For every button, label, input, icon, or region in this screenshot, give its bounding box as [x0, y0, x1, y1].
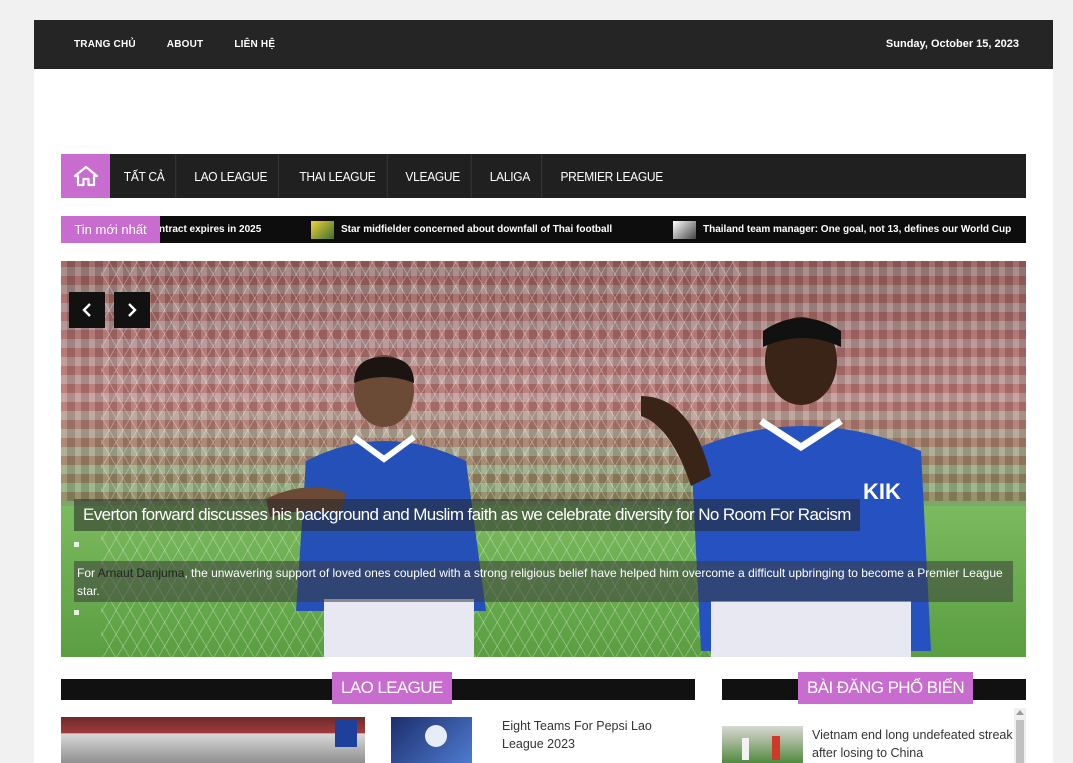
post-thumbnail[interactable] [391, 717, 472, 763]
top-bar: TRANG CHỦ ABOUT LIÊN HỆ Sunday, October … [34, 20, 1053, 69]
section-title[interactable]: LAO LEAGUE [332, 672, 452, 704]
post-title[interactable]: Eight Teams For Pepsi Lao League 2023 [502, 717, 682, 753]
top-nav-home[interactable]: TRANG CHỦ [74, 39, 136, 50]
section-header-popular-posts: BÀI ĐĂNG PHỔ BIẾN [722, 672, 1026, 704]
current-date: Sunday, October 15, 2023 [885, 38, 1019, 50]
nav-item-thai-league[interactable]: THAI LEAGUE [288, 154, 387, 198]
chevron-right-icon [128, 303, 137, 317]
popular-posts-scrollbar[interactable] [1014, 708, 1026, 763]
scroll-up-arrow-icon[interactable] [1016, 710, 1024, 715]
ticker-item[interactable]: Star midfielder concerned about downfall… [311, 216, 612, 243]
nav-item-premier-league[interactable]: PREMIER LEAGUE [550, 154, 675, 198]
scrollbar-thumb[interactable] [1016, 720, 1024, 763]
slider-bullet [74, 610, 79, 615]
news-ticker: Tin mới nhất ntract expires in 2025 Star… [61, 216, 1026, 243]
home-icon [73, 165, 98, 187]
slider-image-player: KIK [641, 317, 931, 657]
main-nav: TẤT CẢ LAO LEAGUE THAI LEAGUE VLEAGUE LA… [61, 154, 1026, 198]
player-figure [772, 736, 780, 760]
nav-item-laliga[interactable]: LALIGA [478, 154, 542, 198]
slider-headline[interactable]: Everton forward discusses his background… [74, 499, 860, 531]
ticker-item[interactable]: ntract expires in 2025 [159, 216, 261, 243]
post-thumbnail[interactable] [722, 726, 803, 763]
ticker-item[interactable]: Thailand team manager: One goal, not 13,… [673, 216, 1011, 243]
excerpt-text: , the unwavering support of loved ones c… [77, 566, 1003, 598]
ticker-item-title[interactable]: Thailand team manager: One goal, not 13,… [703, 216, 1011, 243]
top-nav-about[interactable]: ABOUT [167, 39, 204, 50]
nav-item-vleague[interactable]: VLEAGUE [395, 154, 473, 198]
slider-prev-button[interactable] [69, 292, 105, 328]
slider-bullet [74, 542, 79, 547]
ball-image [425, 725, 447, 747]
pepsi-logo [335, 719, 357, 747]
home-button[interactable] [61, 154, 110, 198]
chevron-left-icon [82, 303, 91, 317]
nav-item-lao-league[interactable]: LAO LEAGUE [183, 154, 280, 198]
nav-item-all[interactable]: TẤT CẢ [113, 154, 177, 198]
svg-text:KIK: KIK [863, 479, 901, 504]
ticker-item-title[interactable]: ntract expires in 2025 [159, 216, 261, 243]
slider-excerpt: For Arnaut Danjuma, the unwavering suppo… [74, 561, 1013, 602]
slider-next-button[interactable] [114, 292, 150, 328]
player-figure [742, 738, 749, 760]
top-nav-contact[interactable]: LIÊN HỆ [234, 39, 275, 50]
ticker-item-title[interactable]: Star midfielder concerned about downfall… [341, 216, 612, 243]
top-nav: TRANG CHỦ ABOUT LIÊN HỆ [74, 20, 275, 69]
ticker-thumbnail [311, 220, 334, 239]
section-title[interactable]: BÀI ĐĂNG PHỔ BIẾN [798, 672, 974, 704]
excerpt-player-link[interactable]: Arnaut Danjuma [98, 566, 185, 580]
post-thumbnail[interactable] [61, 717, 365, 763]
post-title[interactable]: Vietnam end long undefeated streak after… [812, 726, 1017, 762]
featured-slider[interactable]: KIK Everton forward discusses his backgr… [61, 261, 1026, 657]
excerpt-text: For [77, 566, 98, 580]
ticker-thumbnail [673, 220, 696, 239]
section-header-lao-league: LAO LEAGUE [61, 672, 695, 704]
ticker-label: Tin mới nhất [61, 216, 160, 243]
